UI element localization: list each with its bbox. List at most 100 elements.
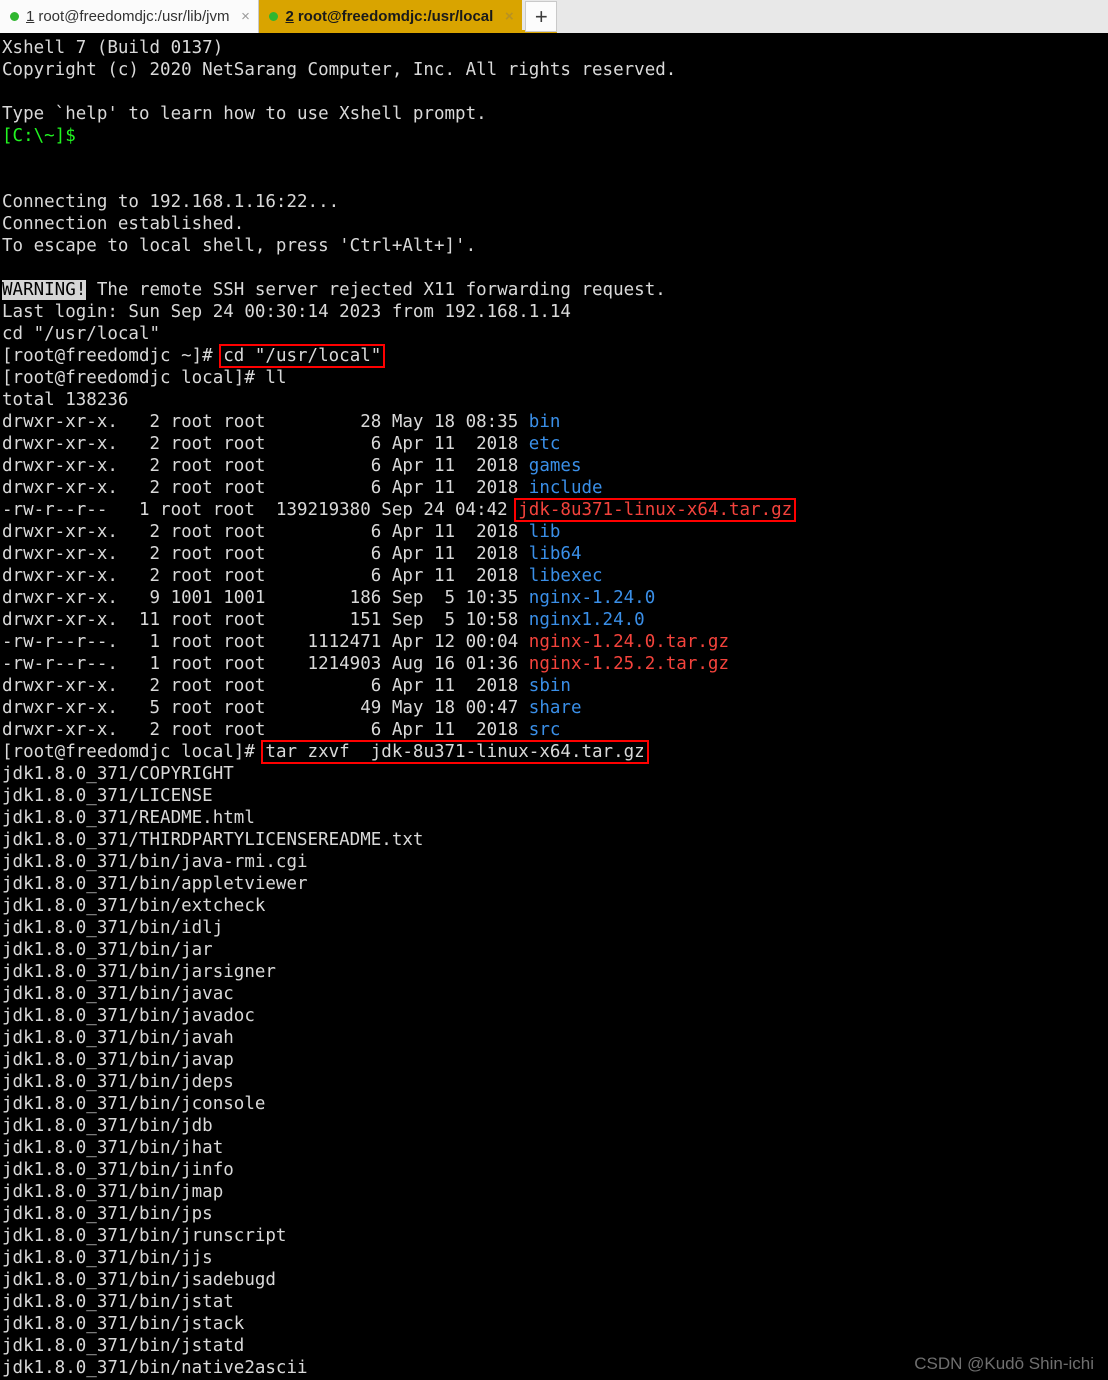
tab-bar: 1 root@freedomdjc:/usr/lib/jvm × 2 root@… (0, 0, 1108, 33)
listing-row: drwxr-xr-x. 2 root root 6 Apr 11 2018 sr… (2, 719, 1108, 741)
listing-row: -rw-r--r--. 1 root root 1112471 Apr 12 0… (2, 631, 1108, 653)
tab-status-dot-icon (269, 12, 279, 21)
session-established: Connection established. (2, 214, 245, 234)
listing-row-meta: drwxr-xr-x. 2 root root 6 Apr 11 2018 (2, 676, 529, 696)
tar-output-line: jdk1.8.0_371/bin/jjs (2, 1248, 213, 1268)
tar-output-line: jdk1.8.0_371/bin/extcheck (2, 896, 266, 916)
listing-row: drwxr-xr-x. 2 root root 6 Apr 11 2018 ga… (2, 455, 1108, 477)
listing-row-meta: -rw-r--r--. 1 root root 1112471 Apr 12 0… (2, 632, 529, 652)
session-escape-hint: To escape to local shell, press 'Ctrl+Al… (2, 236, 477, 256)
listing-row-name: nginx1.24.0 (528, 610, 645, 630)
listing-row-meta: drwxr-xr-x. 9 1001 1001 186 Sep 5 10:35 (2, 588, 529, 608)
listing-row-meta: drwxr-xr-x. 2 root root 6 Apr 11 2018 (2, 478, 529, 498)
listing-row-meta: -rw-r--r-- 1 root root 139219380 Sep 24 … (2, 500, 519, 520)
tar-command-line: [root@freedomdjc local]# tar zxvf jdk-8u… (2, 740, 1108, 764)
terminal-screen[interactable]: Xshell 7 (Build 0137) Copyright (c) 2020… (0, 33, 1108, 1380)
tar-output-line: jdk1.8.0_371/bin/javah (2, 1028, 234, 1048)
listing-row: drwxr-xr-x. 2 root root 6 Apr 11 2018 li… (2, 521, 1108, 543)
listing-row-meta: drwxr-xr-x. 2 root root 6 Apr 11 2018 (2, 434, 529, 454)
listing-row-name: sbin (528, 676, 571, 696)
close-icon[interactable]: × (502, 9, 516, 24)
tar-output-line: jdk1.8.0_371/README.html (2, 808, 255, 828)
last-login-line: Last login: Sun Sep 24 00:30:14 2023 fro… (2, 302, 571, 322)
listing-row: -rw-r--r-- 1 root root 139219380 Sep 24 … (2, 498, 1108, 522)
tar-output-line: jdk1.8.0_371/bin/javac (2, 984, 234, 1004)
listing-row-meta: -rw-r--r--. 1 root root 1214903 Aug 16 0… (2, 654, 529, 674)
shell-prompt: [root@freedomdjc local]# (2, 742, 266, 762)
listing-row-meta: drwxr-xr-x. 2 root root 6 Apr 11 2018 (2, 522, 529, 542)
listing-row-meta: drwxr-xr-x. 2 root root 6 Apr 11 2018 (2, 566, 529, 586)
listing-row-meta: drwxr-xr-x. 2 root root 6 Apr 11 2018 (2, 544, 529, 564)
tar-output-line: jdk1.8.0_371/bin/jsadebugd (2, 1270, 276, 1290)
tar-output-line: jdk1.8.0_371/bin/jdeps (2, 1072, 234, 1092)
cd-command-line: [root@freedomdjc ~]# cd "/usr/local" (2, 344, 1108, 368)
ll-command-line: [root@freedomdjc local]# ll (2, 367, 1108, 389)
local-shell-prompt: [C:\~]$ (2, 126, 76, 146)
listing-row-name: src (528, 720, 561, 740)
cd-command-highlight: cd "/usr/local" (219, 344, 386, 368)
tar-output-line: jdk1.8.0_371/bin/java-rmi.cgi (2, 852, 308, 872)
listing-row: drwxr-xr-x. 2 root root 6 Apr 11 2018 in… (2, 477, 1108, 499)
listing-row-name: etc (528, 434, 561, 454)
listing-row-name: lib (528, 522, 561, 542)
tar-output-line: jdk1.8.0_371/bin/jconsole (2, 1094, 266, 1114)
tab-1[interactable]: 1 root@freedomdjc:/usr/lib/jvm × (0, 0, 260, 33)
listing-row-name: nginx-1.24.0.tar.gz (528, 632, 729, 652)
listing-row: drwxr-xr-x. 2 root root 6 Apr 11 2018 li… (2, 565, 1108, 587)
listing-row-name: include (528, 478, 603, 498)
close-icon[interactable]: × (238, 9, 252, 24)
tar-output-line: jdk1.8.0_371/bin/jstat (2, 1292, 234, 1312)
tar-command-highlight: tar zxvf jdk-8u371-linux-x64.tar.gz (261, 740, 649, 764)
tar-output-line: jdk1.8.0_371/bin/jmap (2, 1182, 224, 1202)
new-tab-button[interactable]: + (525, 1, 558, 32)
tar-output-line: jdk1.8.0_371/bin/jstack (2, 1314, 245, 1334)
listing-row: drwxr-xr-x. 2 root root 6 Apr 11 2018 sb… (2, 675, 1108, 697)
listing-row-meta: drwxr-xr-x. 5 root root 49 May 18 00:47 (2, 698, 529, 718)
listing-row-name: share (528, 698, 582, 718)
shell-prompt: [root@freedomdjc local]# (2, 368, 266, 388)
listing-row-meta: drwxr-xr-x. 2 root root 6 Apr 11 2018 (2, 456, 529, 476)
warning-text: The remote SSH server rejected X11 forwa… (86, 280, 666, 300)
session-connecting: Connecting to 192.168.1.16:22... (2, 192, 340, 212)
banner-help-hint: Type `help' to learn how to use Xshell p… (2, 104, 487, 124)
tar-output-line: jdk1.8.0_371/COPYRIGHT (2, 764, 234, 784)
shell-prompt: [root@freedomdjc ~]# (2, 346, 224, 366)
listing-row: drwxr-xr-x. 11 root root 151 Sep 5 10:58… (2, 609, 1108, 631)
listing-row-name: libexec (528, 566, 603, 586)
echoed-cd-line: cd "/usr/local" (2, 324, 161, 344)
tar-output-line: jdk1.8.0_371/LICENSE (2, 786, 213, 806)
tar-output-line: jdk1.8.0_371/bin/jhat (2, 1138, 224, 1158)
ll-total-line: total 138236 (2, 390, 129, 410)
listing-row-name: lib64 (528, 544, 582, 564)
tar-output-line: jdk1.8.0_371/bin/jarsigner (2, 962, 276, 982)
listing-row: drwxr-xr-x. 2 root root 6 Apr 11 2018 et… (2, 433, 1108, 455)
ll-command: ll (265, 368, 287, 388)
tar-extract-output: jdk1.8.0_371/COPYRIGHT jdk1.8.0_371/LICEN… (2, 763, 1108, 1379)
tar-output-line: jdk1.8.0_371/bin/jrunscript (2, 1226, 287, 1246)
listing-row-meta: drwxr-xr-x. 11 root root 151 Sep 5 10:58 (2, 610, 529, 630)
directory-listing: drwxr-xr-x. 2 root root 28 May 18 08:35 … (2, 411, 1108, 741)
tab-status-dot-icon (10, 12, 19, 21)
tar-output-line: jdk1.8.0_371/bin/javap (2, 1050, 234, 1070)
listing-row-name: bin (528, 412, 561, 432)
watermark-label: CSDN @Kudō Shin-ichi (914, 1354, 1094, 1373)
listing-row-meta: drwxr-xr-x. 2 root root 28 May 18 08:35 (2, 412, 529, 432)
banner-copyright: Copyright (c) 2020 NetSarang Computer, I… (2, 60, 677, 80)
listing-row: drwxr-xr-x. 9 1001 1001 186 Sep 5 10:35 … (2, 587, 1108, 609)
listing-row: -rw-r--r--. 1 root root 1214903 Aug 16 0… (2, 653, 1108, 675)
tab-2[interactable]: 2 root@freedomdjc:/usr/local × (259, 0, 523, 33)
banner-product: Xshell 7 (Build 0137) (2, 38, 224, 58)
listing-row: drwxr-xr-x. 5 root root 49 May 18 00:47 … (2, 697, 1108, 719)
tar-output-line: jdk1.8.0_371/bin/appletviewer (2, 874, 308, 894)
x11-warning-line: WARNING! The remote SSH server rejected … (2, 279, 1108, 301)
tab-index-label: 2 (285, 8, 294, 25)
tar-output-line: jdk1.8.0_371/bin/javadoc (2, 1006, 255, 1026)
warning-badge: WARNING! (2, 280, 87, 300)
listing-row-name: nginx-1.24.0 (528, 588, 656, 608)
tab-title-label: root@freedomdjc:/usr/local (297, 8, 494, 25)
listing-row-name: nginx-1.25.2.tar.gz (528, 654, 729, 674)
